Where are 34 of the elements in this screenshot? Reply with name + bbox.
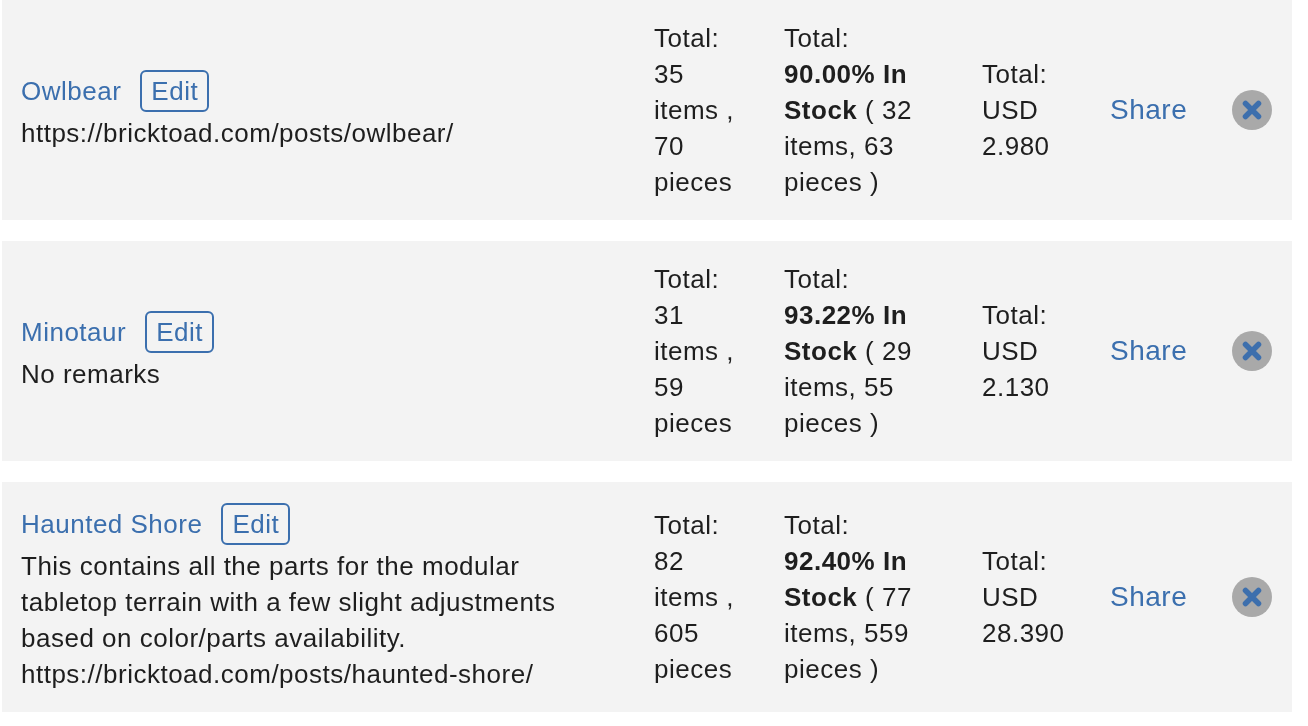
share-link[interactable]: Share (1110, 579, 1188, 615)
stock-text: 90.00% In Stock ( 32 items, 63 pieces ) (784, 58, 913, 199)
stat-label: Total: (654, 263, 720, 296)
remark-text: https://bricktoad.com/posts/haunted-shore/ (21, 658, 535, 691)
stat-label: Total: (784, 509, 850, 542)
stat-label: Total: (982, 299, 1048, 332)
item-count-text: 35 items , 70 pieces (654, 58, 736, 199)
stat-label: Total: (784, 22, 850, 55)
price-text: USD 28.390 (982, 581, 1066, 650)
stock-text: 93.22% In Stock ( 29 items, 55 pieces ) (784, 299, 913, 440)
list-name-link[interactable]: Haunted Shore (21, 506, 203, 542)
stat-label: Total: (784, 263, 850, 296)
remark-text: No remarks (21, 358, 162, 391)
stat-label: Total: (982, 545, 1048, 578)
edit-button[interactable]: Edit (140, 70, 210, 112)
edit-button[interactable]: Edit (145, 311, 214, 353)
stat-label: Total: (654, 509, 720, 542)
stat-label: Total: (654, 22, 720, 55)
item-count-text: 82 items , 605 pieces (654, 545, 736, 686)
remark-text: https://bricktoad.com/posts/owlbear/ (21, 117, 455, 150)
price-text: USD 2.980 (982, 94, 1051, 163)
stock-text: 92.40% In Stock ( 77 items, 559 pieces ) (784, 545, 913, 686)
share-link[interactable]: Share (1110, 333, 1188, 369)
stat-label: Total: (982, 58, 1048, 91)
remark-text: This contains all the parts for the modular tabletop terrain with a few slight adjustments based on color/parts availability. (21, 550, 557, 655)
close-icon[interactable] (1232, 90, 1272, 130)
share-link[interactable]: Share (1110, 92, 1188, 128)
close-icon[interactable] (1232, 577, 1272, 617)
close-icon[interactable] (1232, 331, 1272, 371)
list-name-link[interactable]: Minotaur (21, 314, 127, 350)
item-count-text: 31 items , 59 pieces (654, 299, 736, 440)
list-name-link[interactable]: Owlbear (21, 73, 122, 109)
price-text: USD 2.130 (982, 335, 1051, 404)
edit-button[interactable]: Edit (221, 503, 291, 545)
